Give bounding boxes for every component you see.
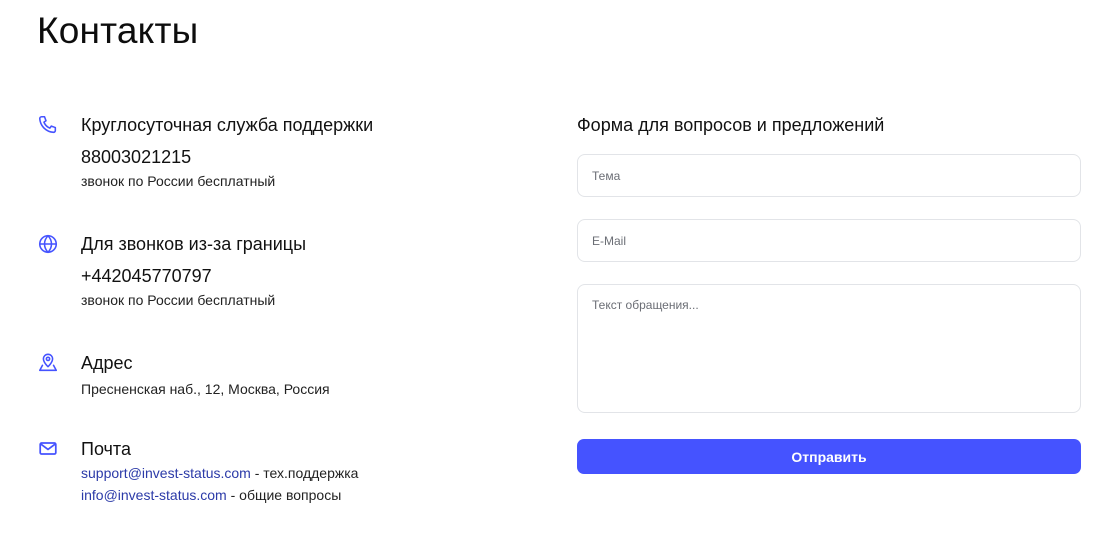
email-input[interactable] [577, 219, 1081, 262]
map-pin-icon [37, 352, 59, 374]
info-email-link[interactable]: info@invest-status.com [81, 487, 227, 503]
address-value: Пресненская наб., 12, Москва, Россия [81, 381, 330, 397]
info-email-suffix: - общие вопросы [226, 487, 342, 503]
mail-heading: Почта [81, 439, 131, 459]
submit-button[interactable]: Отправить [577, 439, 1081, 474]
mail-icon [37, 438, 59, 460]
message-textarea[interactable] [577, 284, 1081, 413]
abroad-heading: Для звонков из-за границы [81, 234, 307, 254]
abroad-note: звонок по России бесплатный [81, 292, 276, 308]
support-phone[interactable]: 88003021215 [81, 146, 521, 168]
subject-input[interactable] [577, 154, 1081, 197]
phone-icon [37, 114, 59, 136]
support-email-link[interactable]: support@invest-status.com [81, 465, 251, 481]
form-title: Форма для вопросов и предложений [577, 115, 885, 135]
support-heading: Круглосуточная служба поддержки [81, 115, 374, 135]
support-note: звонок по России бесплатный [81, 173, 276, 189]
mail-line-info: info@invest-status.com - общие вопросы [81, 484, 521, 506]
globe-icon [37, 233, 59, 255]
mail-line-support: support@invest-status.com - тех.поддержк… [81, 462, 521, 484]
address-heading: Адрес [81, 353, 133, 373]
page-title: Контакты [37, 10, 199, 51]
abroad-phone[interactable]: +442045770797 [81, 265, 521, 287]
support-email-suffix: - тех.поддержка [250, 465, 359, 481]
